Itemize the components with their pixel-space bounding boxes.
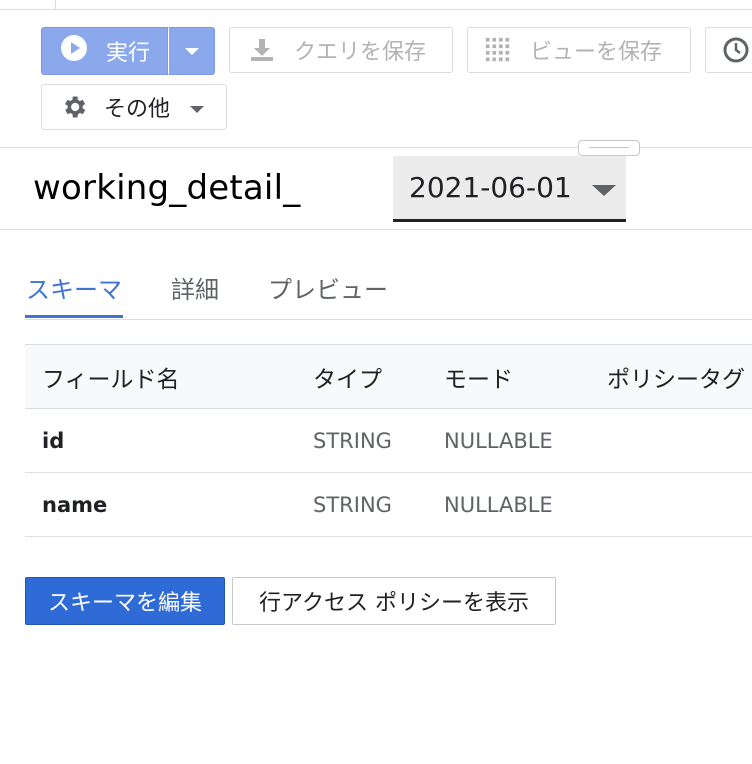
page-title: working_detail_ [33, 168, 301, 208]
play-icon [60, 34, 88, 68]
field-name-cell: id [25, 408, 313, 473]
gear-icon [60, 93, 88, 121]
field-policy-cell [607, 408, 752, 473]
column-header-policy-tags: ポリシータグ [607, 344, 752, 409]
save-query-label: クエリを保存 [294, 40, 427, 65]
field-mode-cell: NULLABLE [444, 408, 607, 473]
save-query-button[interactable]: クエリを保存 [229, 27, 453, 73]
detail-tabs: スキーマ 詳細 プレビュー [25, 262, 436, 320]
save-view-button[interactable]: ビューを保存 [467, 27, 691, 73]
field-mode-cell: NULLABLE [444, 472, 607, 537]
partition-date-value: 2021-06-01 [409, 171, 572, 204]
tab-schema[interactable]: スキーマ [25, 262, 123, 318]
dropdown-arrow-icon [184, 42, 200, 61]
download-icon [248, 36, 276, 64]
run-button-label: 実行 [106, 41, 151, 66]
chevron-down-icon [190, 95, 205, 120]
column-header-mode: モード [444, 344, 607, 409]
clock-icon [722, 36, 750, 64]
field-type-cell: STRING [313, 408, 444, 473]
grid-icon [484, 36, 512, 64]
edit-schema-button[interactable]: スキーマを編集 [25, 577, 225, 625]
more-button[interactable]: その他 [41, 84, 227, 130]
resize-handle[interactable] [578, 140, 640, 156]
run-split-button: 実行 [41, 27, 215, 75]
field-name-cell: name [25, 472, 313, 537]
save-view-label: ビューを保存 [530, 40, 663, 65]
more-label: その他 [104, 97, 171, 122]
schedule-button[interactable] [705, 27, 752, 73]
view-row-access-policies-button[interactable]: 行アクセス ポリシーを表示 [232, 577, 556, 625]
run-options-dropdown[interactable] [168, 27, 215, 75]
top-border [56, 9, 752, 10]
column-header-field-name: フィールド名 [25, 344, 313, 409]
tab-details[interactable]: 詳細 [170, 262, 220, 318]
header-divider [0, 229, 752, 230]
schema-table: フィールド名 タイプ モード ポリシータグ id STRING NULLABLE… [25, 344, 752, 537]
tabs-divider [25, 319, 752, 320]
column-header-type: タイプ [313, 344, 444, 409]
tab-preview[interactable]: プレビュー [267, 262, 389, 318]
chevron-down-icon [592, 182, 616, 201]
partition-date-select[interactable]: 2021-06-01 [393, 156, 626, 222]
table-row: name STRING NULLABLE [25, 472, 752, 537]
run-button[interactable]: 実行 [41, 27, 168, 75]
window-frame-tab [0, 0, 56, 10]
field-policy-cell [607, 472, 752, 537]
table-row: id STRING NULLABLE [25, 408, 752, 473]
field-type-cell: STRING [313, 472, 444, 537]
table-header-row: フィールド名 タイプ モード ポリシータグ [25, 344, 752, 409]
